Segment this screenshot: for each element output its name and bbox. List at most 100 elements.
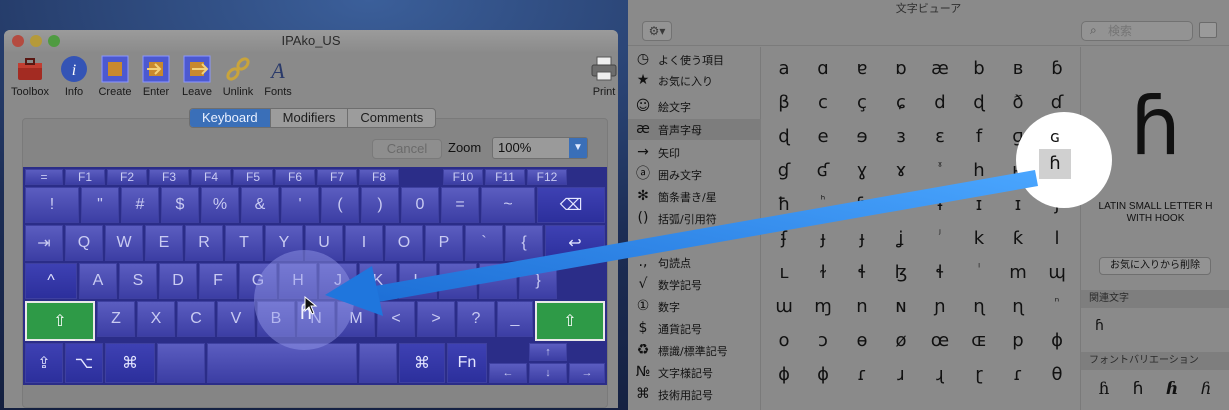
glyph-cell[interactable]: ɰ bbox=[1039, 257, 1075, 289]
key[interactable]: F7 bbox=[317, 169, 357, 185]
glyph-cell[interactable]: ʙ bbox=[1000, 53, 1036, 85]
glyph-cell[interactable]: ɱ bbox=[805, 291, 841, 323]
glyph-cell[interactable]: ɔ bbox=[805, 325, 841, 357]
glyph-cell[interactable]: e bbox=[805, 121, 841, 153]
glyph-cell[interactable]: p bbox=[1000, 325, 1036, 357]
key[interactable] bbox=[359, 343, 397, 383]
category-item[interactable]: æ 音声字母 bbox=[628, 119, 761, 140]
font-variant[interactable]: ɦ bbox=[1191, 379, 1221, 399]
glyph-cell[interactable]: ɓ bbox=[1039, 53, 1075, 85]
zoom-button[interactable] bbox=[48, 35, 60, 47]
glyph-cell[interactable]: ð bbox=[1000, 87, 1036, 119]
category-item[interactable]: ♻ 標識/標準記号 bbox=[628, 340, 761, 361]
font-variant[interactable]: ɦ bbox=[1157, 379, 1187, 399]
key[interactable]: F12 bbox=[527, 169, 567, 185]
glyph-cell[interactable]: ɸ bbox=[766, 359, 802, 391]
fonts-button[interactable]: A Fonts bbox=[254, 54, 302, 98]
glyph-cell[interactable]: o bbox=[766, 325, 802, 357]
key[interactable]: + bbox=[439, 263, 477, 299]
key[interactable]: F8 bbox=[359, 169, 399, 185]
glyph-cell[interactable]: ɧ bbox=[844, 189, 880, 221]
key[interactable]: < bbox=[377, 301, 415, 337]
category-item[interactable]: № 文字様記号 bbox=[628, 362, 761, 383]
print-button[interactable]: Print bbox=[580, 54, 618, 98]
category-item[interactable]: ., 句読点 bbox=[628, 252, 761, 273]
glyph-cell[interactable]: ˡ bbox=[961, 257, 997, 289]
right-shift-key[interactable]: ⇧ bbox=[535, 301, 605, 341]
key[interactable] bbox=[157, 343, 205, 383]
key[interactable]: A bbox=[79, 263, 117, 299]
glyph-cell[interactable]: ç bbox=[844, 87, 880, 119]
glyph-cell[interactable]: d bbox=[922, 87, 958, 119]
glyph-cell[interactable]: m bbox=[1000, 257, 1036, 289]
glyph-cell[interactable]: ɾ bbox=[1000, 359, 1036, 391]
glyph-cell[interactable]: ɸ bbox=[805, 359, 841, 391]
glyph-cell[interactable]: ɬ bbox=[922, 257, 958, 289]
glyph-cell[interactable]: æ bbox=[922, 53, 958, 85]
glyph-cell[interactable]: ɟ bbox=[805, 223, 841, 255]
glyph-cell[interactable]: ɵ bbox=[844, 325, 880, 357]
glyph-cell[interactable]: ɪ bbox=[961, 189, 997, 221]
arrow-right-key[interactable]: → bbox=[569, 363, 605, 383]
key[interactable]: F4 bbox=[191, 169, 231, 185]
search-field[interactable]: ⌕ bbox=[1081, 21, 1193, 41]
category-item[interactable]: ⓐ 囲み文字 bbox=[628, 164, 761, 185]
key[interactable]: * bbox=[479, 263, 517, 299]
arrow-down-key[interactable]: ↓ bbox=[529, 363, 567, 383]
arrow-up-key[interactable]: ↑ bbox=[529, 343, 567, 361]
key[interactable]: = bbox=[25, 169, 63, 185]
glyph-cell[interactable]: b bbox=[961, 53, 997, 85]
font-variant[interactable]: ɦ bbox=[1089, 379, 1119, 399]
key[interactable]: F bbox=[199, 263, 237, 299]
glyph-cell[interactable]: ɣ bbox=[844, 155, 880, 187]
tab-keyboard[interactable]: Keyboard bbox=[190, 109, 271, 127]
category-item[interactable]: () 括弧/引用符 bbox=[628, 208, 761, 229]
glyph-cell[interactable]: ɲ bbox=[922, 291, 958, 323]
category-item[interactable]: √ 数学記号 bbox=[628, 274, 761, 295]
glyph-cell[interactable]: ɕ bbox=[883, 87, 919, 119]
glyph-cell[interactable]: l bbox=[1039, 223, 1075, 255]
glyph-cell[interactable]: ɴ bbox=[883, 291, 919, 323]
glyph-cell[interactable]: ɛ bbox=[922, 121, 958, 153]
glyph-cell[interactable]: ɳ bbox=[961, 291, 997, 323]
category-item[interactable]: $ 通貨記号 bbox=[628, 318, 761, 339]
window-titlebar[interactable]: IPAko_US bbox=[4, 30, 618, 52]
key[interactable]: P bbox=[425, 225, 463, 261]
tab-modifiers[interactable]: Modifiers bbox=[271, 109, 349, 127]
key[interactable]: D bbox=[159, 263, 197, 299]
key[interactable]: T bbox=[225, 225, 263, 261]
key[interactable]: R bbox=[185, 225, 223, 261]
zoom-select[interactable]: 100% ▼ bbox=[492, 137, 588, 159]
selected-glyph-cell[interactable]: ɦ bbox=[1039, 149, 1071, 179]
key[interactable]: O bbox=[385, 225, 423, 261]
glyph-cell[interactable]: ɠ bbox=[766, 155, 802, 187]
delete-key[interactable]: ⌫ bbox=[537, 187, 605, 223]
key[interactable]: } bbox=[519, 263, 557, 299]
toolbox-button[interactable]: Toolbox bbox=[6, 54, 54, 98]
key[interactable]: = bbox=[441, 187, 479, 223]
key[interactable]: Z bbox=[97, 301, 135, 337]
glyph-cell[interactable]: n bbox=[844, 291, 880, 323]
key[interactable]: ) bbox=[361, 187, 399, 223]
key[interactable]: " bbox=[81, 187, 119, 223]
tab-comments[interactable]: Comments bbox=[348, 109, 435, 127]
key[interactable]: X bbox=[137, 301, 175, 337]
glyph-cell[interactable]: ɾ bbox=[844, 359, 880, 391]
search-input[interactable] bbox=[1108, 23, 1188, 39]
key[interactable]: { bbox=[505, 225, 543, 261]
category-item[interactable]: ⌘ 技術用記号 bbox=[628, 384, 761, 405]
key[interactable]: K bbox=[359, 263, 397, 299]
key[interactable]: ( bbox=[321, 187, 359, 223]
category-item[interactable]: → 矢印 bbox=[628, 142, 761, 163]
glyph-cell[interactable]: a bbox=[766, 53, 802, 85]
glyph-cell[interactable]: β bbox=[766, 87, 802, 119]
category-item[interactable]: ① 数字 bbox=[628, 296, 761, 317]
glyph-cell[interactable]: ʟ bbox=[766, 257, 802, 289]
key[interactable]: C bbox=[177, 301, 215, 337]
return-key[interactable]: ↩ bbox=[545, 225, 605, 261]
glyph-cell[interactable]: ɢ bbox=[1050, 127, 1060, 146]
glyph-cell[interactable]: ɤ bbox=[883, 155, 919, 187]
category-item[interactable]: ★ お気に入り bbox=[628, 70, 761, 91]
glyph-cell[interactable]: ɟ bbox=[844, 223, 880, 255]
tab-key[interactable]: ⇥ bbox=[25, 225, 63, 261]
